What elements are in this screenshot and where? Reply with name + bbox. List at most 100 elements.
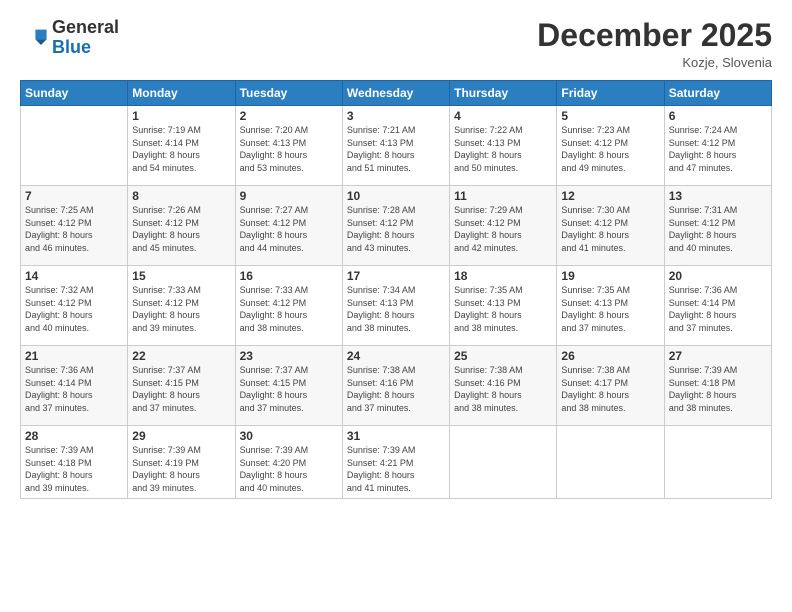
calendar-cell: 30Sunrise: 7:39 AMSunset: 4:20 PMDayligh… bbox=[235, 426, 342, 498]
day-info: Sunrise: 7:35 AMSunset: 4:13 PMDaylight:… bbox=[561, 284, 659, 334]
day-info: Sunrise: 7:29 AMSunset: 4:12 PMDaylight:… bbox=[454, 204, 552, 254]
day-info: Sunrise: 7:33 AMSunset: 4:12 PMDaylight:… bbox=[132, 284, 230, 334]
day-info: Sunrise: 7:28 AMSunset: 4:12 PMDaylight:… bbox=[347, 204, 445, 254]
day-number: 12 bbox=[561, 189, 659, 203]
day-number: 11 bbox=[454, 189, 552, 203]
day-number: 21 bbox=[25, 349, 123, 363]
day-info: Sunrise: 7:35 AMSunset: 4:13 PMDaylight:… bbox=[454, 284, 552, 334]
calendar-cell: 23Sunrise: 7:37 AMSunset: 4:15 PMDayligh… bbox=[235, 346, 342, 426]
title-area: December 2025 Kozje, Slovenia bbox=[537, 18, 772, 70]
month-title: December 2025 bbox=[537, 18, 772, 53]
calendar-cell: 12Sunrise: 7:30 AMSunset: 4:12 PMDayligh… bbox=[557, 186, 664, 266]
day-info: Sunrise: 7:26 AMSunset: 4:12 PMDaylight:… bbox=[132, 204, 230, 254]
calendar-cell: 18Sunrise: 7:35 AMSunset: 4:13 PMDayligh… bbox=[450, 266, 557, 346]
calendar-cell: 16Sunrise: 7:33 AMSunset: 4:12 PMDayligh… bbox=[235, 266, 342, 346]
day-number: 1 bbox=[132, 109, 230, 123]
day-number: 18 bbox=[454, 269, 552, 283]
logo-general: General bbox=[52, 18, 119, 38]
day-number: 9 bbox=[240, 189, 338, 203]
day-info: Sunrise: 7:36 AMSunset: 4:14 PMDaylight:… bbox=[669, 284, 767, 334]
calendar-cell: 26Sunrise: 7:38 AMSunset: 4:17 PMDayligh… bbox=[557, 346, 664, 426]
calendar-cell bbox=[450, 426, 557, 498]
calendar-cell: 9Sunrise: 7:27 AMSunset: 4:12 PMDaylight… bbox=[235, 186, 342, 266]
weekday-header: Saturday bbox=[664, 81, 771, 106]
day-info: Sunrise: 7:37 AMSunset: 4:15 PMDaylight:… bbox=[240, 364, 338, 414]
day-info: Sunrise: 7:21 AMSunset: 4:13 PMDaylight:… bbox=[347, 124, 445, 174]
calendar-cell: 14Sunrise: 7:32 AMSunset: 4:12 PMDayligh… bbox=[21, 266, 128, 346]
day-number: 3 bbox=[347, 109, 445, 123]
calendar-cell bbox=[21, 106, 128, 186]
calendar-table: SundayMondayTuesdayWednesdayThursdayFrid… bbox=[20, 80, 772, 498]
calendar-week-row: 7Sunrise: 7:25 AMSunset: 4:12 PMDaylight… bbox=[21, 186, 772, 266]
calendar-cell: 1Sunrise: 7:19 AMSunset: 4:14 PMDaylight… bbox=[128, 106, 235, 186]
calendar-cell bbox=[664, 426, 771, 498]
calendar-week-row: 14Sunrise: 7:32 AMSunset: 4:12 PMDayligh… bbox=[21, 266, 772, 346]
calendar-cell: 20Sunrise: 7:36 AMSunset: 4:14 PMDayligh… bbox=[664, 266, 771, 346]
day-number: 26 bbox=[561, 349, 659, 363]
day-number: 19 bbox=[561, 269, 659, 283]
day-number: 29 bbox=[132, 429, 230, 443]
day-info: Sunrise: 7:38 AMSunset: 4:16 PMDaylight:… bbox=[347, 364, 445, 414]
day-number: 14 bbox=[25, 269, 123, 283]
calendar-cell: 27Sunrise: 7:39 AMSunset: 4:18 PMDayligh… bbox=[664, 346, 771, 426]
calendar-page: General Blue December 2025 Kozje, Sloven… bbox=[0, 0, 792, 612]
logo-area: General Blue bbox=[20, 18, 119, 58]
calendar-cell: 24Sunrise: 7:38 AMSunset: 4:16 PMDayligh… bbox=[342, 346, 449, 426]
day-info: Sunrise: 7:37 AMSunset: 4:15 PMDaylight:… bbox=[132, 364, 230, 414]
calendar-cell: 25Sunrise: 7:38 AMSunset: 4:16 PMDayligh… bbox=[450, 346, 557, 426]
weekday-header-row: SundayMondayTuesdayWednesdayThursdayFrid… bbox=[21, 81, 772, 106]
weekday-header: Wednesday bbox=[342, 81, 449, 106]
calendar-cell: 17Sunrise: 7:34 AMSunset: 4:13 PMDayligh… bbox=[342, 266, 449, 346]
day-info: Sunrise: 7:38 AMSunset: 4:16 PMDaylight:… bbox=[454, 364, 552, 414]
day-info: Sunrise: 7:39 AMSunset: 4:18 PMDaylight:… bbox=[25, 444, 123, 494]
day-number: 15 bbox=[132, 269, 230, 283]
calendar-cell: 15Sunrise: 7:33 AMSunset: 4:12 PMDayligh… bbox=[128, 266, 235, 346]
day-number: 7 bbox=[25, 189, 123, 203]
calendar-cell: 4Sunrise: 7:22 AMSunset: 4:13 PMDaylight… bbox=[450, 106, 557, 186]
calendar-cell: 22Sunrise: 7:37 AMSunset: 4:15 PMDayligh… bbox=[128, 346, 235, 426]
day-info: Sunrise: 7:33 AMSunset: 4:12 PMDaylight:… bbox=[240, 284, 338, 334]
day-info: Sunrise: 7:27 AMSunset: 4:12 PMDaylight:… bbox=[240, 204, 338, 254]
calendar-cell: 29Sunrise: 7:39 AMSunset: 4:19 PMDayligh… bbox=[128, 426, 235, 498]
day-info: Sunrise: 7:38 AMSunset: 4:17 PMDaylight:… bbox=[561, 364, 659, 414]
day-info: Sunrise: 7:31 AMSunset: 4:12 PMDaylight:… bbox=[669, 204, 767, 254]
day-number: 5 bbox=[561, 109, 659, 123]
calendar-cell: 31Sunrise: 7:39 AMSunset: 4:21 PMDayligh… bbox=[342, 426, 449, 498]
calendar-week-row: 28Sunrise: 7:39 AMSunset: 4:18 PMDayligh… bbox=[21, 426, 772, 498]
day-number: 13 bbox=[669, 189, 767, 203]
day-number: 20 bbox=[669, 269, 767, 283]
calendar-week-row: 21Sunrise: 7:36 AMSunset: 4:14 PMDayligh… bbox=[21, 346, 772, 426]
calendar-cell: 19Sunrise: 7:35 AMSunset: 4:13 PMDayligh… bbox=[557, 266, 664, 346]
day-number: 10 bbox=[347, 189, 445, 203]
calendar-cell bbox=[557, 426, 664, 498]
day-number: 8 bbox=[132, 189, 230, 203]
weekday-header: Friday bbox=[557, 81, 664, 106]
day-number: 30 bbox=[240, 429, 338, 443]
day-info: Sunrise: 7:39 AMSunset: 4:18 PMDaylight:… bbox=[669, 364, 767, 414]
day-info: Sunrise: 7:20 AMSunset: 4:13 PMDaylight:… bbox=[240, 124, 338, 174]
day-number: 31 bbox=[347, 429, 445, 443]
day-info: Sunrise: 7:24 AMSunset: 4:12 PMDaylight:… bbox=[669, 124, 767, 174]
day-number: 6 bbox=[669, 109, 767, 123]
calendar-cell: 7Sunrise: 7:25 AMSunset: 4:12 PMDaylight… bbox=[21, 186, 128, 266]
calendar-week-row: 1Sunrise: 7:19 AMSunset: 4:14 PMDaylight… bbox=[21, 106, 772, 186]
calendar-cell: 6Sunrise: 7:24 AMSunset: 4:12 PMDaylight… bbox=[664, 106, 771, 186]
location: Kozje, Slovenia bbox=[537, 55, 772, 70]
calendar-cell: 3Sunrise: 7:21 AMSunset: 4:13 PMDaylight… bbox=[342, 106, 449, 186]
day-number: 16 bbox=[240, 269, 338, 283]
weekday-header: Monday bbox=[128, 81, 235, 106]
day-info: Sunrise: 7:30 AMSunset: 4:12 PMDaylight:… bbox=[561, 204, 659, 254]
day-number: 22 bbox=[132, 349, 230, 363]
weekday-header: Tuesday bbox=[235, 81, 342, 106]
day-info: Sunrise: 7:39 AMSunset: 4:20 PMDaylight:… bbox=[240, 444, 338, 494]
calendar-cell: 21Sunrise: 7:36 AMSunset: 4:14 PMDayligh… bbox=[21, 346, 128, 426]
weekday-header: Thursday bbox=[450, 81, 557, 106]
day-number: 17 bbox=[347, 269, 445, 283]
logo-text: General Blue bbox=[52, 18, 119, 58]
day-info: Sunrise: 7:25 AMSunset: 4:12 PMDaylight:… bbox=[25, 204, 123, 254]
calendar-cell: 2Sunrise: 7:20 AMSunset: 4:13 PMDaylight… bbox=[235, 106, 342, 186]
calendar-cell: 28Sunrise: 7:39 AMSunset: 4:18 PMDayligh… bbox=[21, 426, 128, 498]
day-info: Sunrise: 7:23 AMSunset: 4:12 PMDaylight:… bbox=[561, 124, 659, 174]
day-number: 24 bbox=[347, 349, 445, 363]
day-number: 23 bbox=[240, 349, 338, 363]
